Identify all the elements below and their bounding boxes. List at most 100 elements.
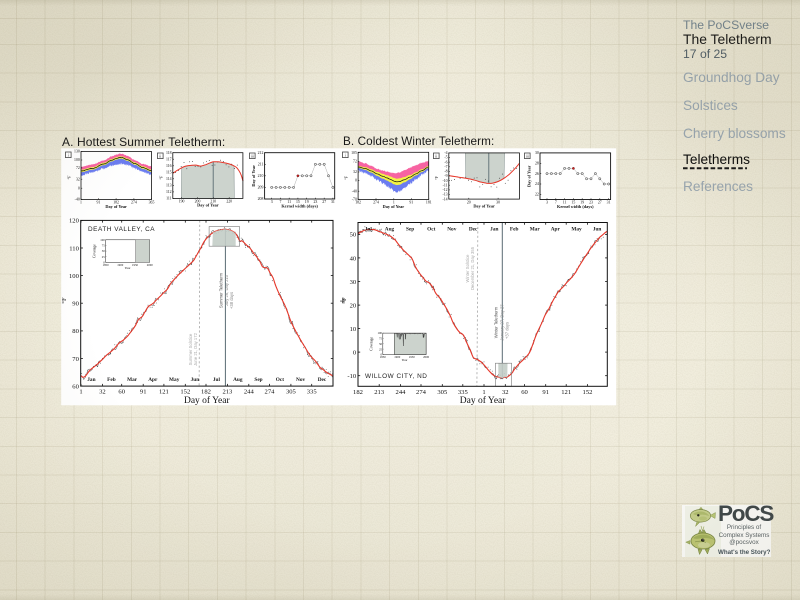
svg-text:31: 31 [331,200,335,204]
svg-text:-40: -40 [352,189,357,193]
svg-text:32: 32 [76,177,80,181]
svg-text:32: 32 [99,388,106,395]
svg-text:213: 213 [222,388,233,395]
svg-text:32: 32 [502,388,509,395]
svg-text:Day of Year: Day of Year [197,202,219,207]
svg-text:182: 182 [355,200,361,204]
svg-text:Sep: Sep [406,226,414,232]
svg-text:Day of Year: Day of Year [184,394,230,405]
svg-text:274: 274 [416,388,427,395]
svg-text:115: 115 [166,170,172,174]
svg-text:Nov: Nov [447,226,456,232]
svg-text:i: i [68,153,69,157]
svg-text:1900: 1900 [117,262,124,266]
svg-text:212: 212 [258,150,264,154]
svg-text:December 21, Day 355: December 21, Day 355 [470,246,475,290]
svg-text:112: 112 [166,190,172,194]
svg-text:100: 100 [378,331,383,335]
svg-text:100: 100 [69,272,80,279]
svg-text:190: 190 [179,199,185,203]
svg-text:ii: ii [435,154,437,158]
svg-text:Jun: Jun [191,377,200,383]
svg-text:Feb: Feb [107,377,116,383]
svg-text:Coverage: Coverage [92,243,96,257]
svg-text:-14: -14 [442,197,447,201]
svg-text:Dec: Dec [469,226,478,232]
svg-text:°F: °F [159,175,163,179]
svg-text:105: 105 [351,150,357,154]
svg-text:274: 274 [265,388,276,395]
svg-text:118: 118 [166,150,172,154]
svg-text:30: 30 [496,200,500,204]
svg-text:-10: -10 [347,373,356,380]
svg-text:°F: °F [341,297,348,304]
svg-text:June 21, Day 172: June 21, Day 172 [193,332,198,365]
svg-text:°F: °F [61,297,68,304]
svg-text:1850: 1850 [103,262,110,266]
svg-text:182: 182 [353,388,363,395]
svg-text:Day of Year: Day of Year [383,203,405,208]
svg-text:208: 208 [258,197,264,201]
svg-text:iii: iii [526,154,529,158]
svg-text:3: 3 [546,200,548,204]
svg-text:Coverage: Coverage [370,336,374,350]
svg-text:182: 182 [201,388,211,395]
svg-text:365: 365 [149,200,155,204]
svg-text:24: 24 [535,182,539,186]
svg-text:1950: 1950 [132,262,139,266]
svg-text:25: 25 [379,347,383,351]
svg-text:220: 220 [226,199,232,203]
svg-text:335: 335 [458,388,469,395]
svg-text:1: 1 [482,388,485,395]
svg-text:Day of Year: Day of Year [473,203,495,208]
svg-text:114: 114 [166,177,172,181]
svg-text:Jan: Jan [490,226,498,232]
svg-text:274: 274 [373,200,379,204]
svg-text:22: 22 [535,192,539,196]
svg-text:213: 213 [374,388,385,395]
svg-text:Apr: Apr [551,226,561,232]
svg-text:WILLOW CITY, ND: WILLOW CITY, ND [365,373,427,380]
svg-text:Mar: Mar [127,377,138,383]
svg-text:Summer Teletherm: Summer Teletherm [218,272,223,308]
svg-text:210: 210 [258,174,264,178]
svg-text:Mar: Mar [530,226,541,232]
svg-text:100: 100 [100,237,105,241]
svg-text:Kernel width (days): Kernel width (days) [557,203,594,208]
svg-text:+37 days: +37 days [505,321,510,338]
svg-text:Jun: Jun [593,226,602,232]
svg-text:113: 113 [166,183,172,187]
svg-text:-8: -8 [444,169,447,173]
svg-text:Year: Year [125,265,132,269]
svg-text:27: 27 [322,200,326,204]
svg-text:May: May [571,226,582,232]
svg-text:28: 28 [535,161,539,165]
svg-text:75: 75 [102,243,106,247]
svg-text:121: 121 [159,388,169,395]
svg-text:26: 26 [535,171,539,175]
svg-text:152: 152 [583,388,593,395]
svg-text:Oct: Oct [276,377,284,383]
svg-text:Apr: Apr [148,377,158,383]
svg-text:0: 0 [355,178,357,182]
svg-text:117: 117 [166,157,172,161]
svg-text:80: 80 [72,328,79,335]
svg-text:60: 60 [521,388,528,395]
svg-text:50: 50 [350,231,357,238]
svg-text:120: 120 [69,217,80,224]
svg-text:May: May [169,377,180,383]
svg-text:31: 31 [607,200,611,204]
svg-text:1: 1 [79,388,82,395]
svg-text:91: 91 [542,388,549,395]
svg-text:Day of Year: Day of Year [460,395,506,406]
svg-text:-4: -4 [444,151,447,155]
svg-text:72: 72 [76,166,80,170]
svg-text:DEATH VALLEY, CA: DEATH VALLEY, CA [88,226,155,233]
svg-text:305: 305 [437,388,448,395]
svg-text:1: 1 [80,200,82,204]
svg-text:40: 40 [350,255,357,262]
svg-text:Year: Year [402,358,409,362]
svg-text:50: 50 [379,341,383,345]
svg-text:Aug: Aug [385,226,395,232]
svg-text:January 27, Day 27: January 27, Day 27 [499,303,504,340]
